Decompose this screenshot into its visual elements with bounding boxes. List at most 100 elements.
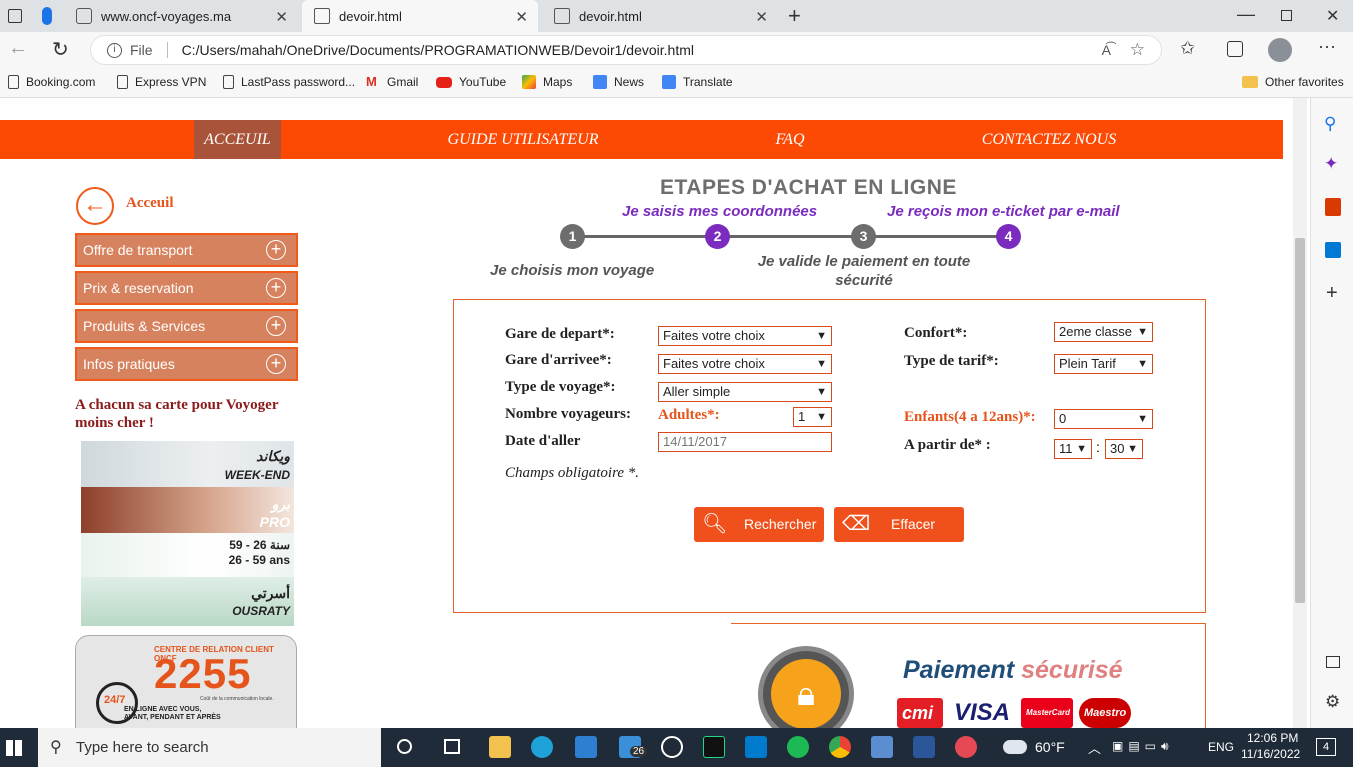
back-icon[interactable]: ← (8, 37, 28, 60)
bookmark-lastpass[interactable]: LastPass password... (223, 75, 355, 89)
word-icon[interactable] (913, 736, 935, 758)
enfants-select[interactable]: 0 ▼ (1054, 409, 1153, 429)
office-icon[interactable] (1325, 198, 1341, 216)
spotify-icon[interactable] (787, 736, 809, 758)
confort-select[interactable]: 2eme classe ▼ (1054, 322, 1153, 342)
adultes-select[interactable]: 1 ▼ (793, 407, 832, 427)
sidebar-item-offre[interactable]: Offre de transport + (75, 233, 298, 267)
required-note: Champs obligatoire *. (505, 465, 640, 481)
copilot-icon[interactable]: ✦ (1324, 154, 1338, 174)
search-button[interactable]: 🔍︎ Rechercher (694, 507, 824, 542)
edge-icon[interactable] (531, 736, 553, 758)
gare-arrivee-select[interactable]: Faites votre choix ▼ (658, 354, 832, 374)
search-icon[interactable]: ⚲ (1324, 114, 1336, 134)
scroll-thumb[interactable] (1295, 238, 1305, 603)
tab-devoir[interactable]: devoir.html ✕ (542, 0, 778, 32)
settings-icon[interactable]: ⚙ (1325, 692, 1340, 712)
bookmark-youtube[interactable]: YouTube (436, 75, 506, 89)
taskbar-search[interactable]: ⚲ Type here to search (38, 728, 381, 767)
close-tab-icon[interactable]: ✕ (755, 8, 768, 26)
plus-icon[interactable]: + (266, 316, 286, 336)
sidebar-toggle-icon[interactable] (1326, 656, 1340, 668)
account-avatar[interactable] (1268, 38, 1292, 62)
bookmark-booking[interactable]: Booking.com (8, 75, 95, 89)
vscode-icon[interactable] (745, 736, 767, 758)
clock-date[interactable]: 11/16/2022 (1241, 747, 1300, 761)
bookmark-gmail[interactable]: M Gmail (366, 75, 418, 90)
clear-button[interactable]: ⌫ Effacer (834, 507, 964, 542)
collections-icon[interactable] (1227, 41, 1243, 57)
pycharm-icon[interactable] (703, 736, 725, 758)
mastercard-logo: MasterCard (1021, 698, 1074, 728)
nav-contact[interactable]: CONTACTEZ NOUS (970, 120, 1128, 159)
chrome-icon[interactable] (829, 736, 851, 758)
date-aller-input[interactable]: 14/11/2017 (658, 432, 832, 452)
promo-card-age[interactable]: 59 - 26 سنة 26 - 59 ans (81, 533, 294, 577)
tab-devoir-active[interactable]: devoir.html ✕ (302, 0, 538, 32)
sidebar-item-prix[interactable]: Prix & reservation + (75, 271, 298, 305)
close-window-icon[interactable]: ✕ (1326, 6, 1339, 26)
tarif-select[interactable]: Plein Tarif ▼ (1054, 354, 1153, 374)
page-icon (223, 75, 234, 89)
more-icon[interactable]: ··· (1318, 36, 1336, 57)
snipping-icon[interactable] (955, 736, 977, 758)
plus-icon[interactable]: + (266, 240, 286, 260)
profile-icon[interactable] (42, 7, 52, 25)
notification-icon[interactable]: 4 (1316, 738, 1336, 756)
restore-icon[interactable] (1281, 10, 1292, 21)
nav-faq[interactable]: FAQ (760, 120, 820, 159)
tab-oncf[interactable]: www.oncf-voyages.ma ✕ (64, 0, 298, 32)
promo-card-ousraty[interactable]: أسرتي OUSRATY (81, 577, 294, 626)
nav-guide[interactable]: GUIDE UTILISATEUR (440, 120, 606, 159)
file-explorer-icon[interactable] (489, 736, 511, 758)
close-tab-icon[interactable]: ✕ (515, 8, 528, 26)
chevron-down-icon: ▼ (1137, 358, 1148, 370)
bookmark-expressvpn[interactable]: Express VPN (117, 75, 206, 89)
outlook-icon[interactable] (1325, 242, 1341, 258)
read-aloud-icon[interactable]: A͡ (1102, 42, 1111, 58)
clock-time[interactable]: 12:06 PM (1247, 731, 1298, 745)
promo-card-weekend[interactable]: ويكاند WEEK-END (81, 441, 294, 487)
minimize-icon[interactable]: — (1237, 4, 1255, 25)
weather-temp[interactable]: 60°F (1035, 739, 1065, 755)
back-arrow-icon[interactable]: ← (76, 187, 114, 225)
favorites-icon[interactable]: ✩ (1180, 38, 1195, 59)
cortana-icon[interactable] (397, 739, 412, 754)
address-bar[interactable]: i File C:/Users/mahah/OneDrive/Documents… (90, 35, 1162, 65)
weather-icon[interactable] (1003, 740, 1027, 754)
window-menu-icon[interactable] (8, 9, 22, 23)
photos-icon[interactable] (871, 736, 893, 758)
other-favorites[interactable]: Other favorites (1242, 75, 1344, 89)
visa-logo: VISA (949, 698, 1016, 728)
app-icon[interactable] (661, 736, 683, 758)
plus-icon[interactable]: + (266, 278, 286, 298)
close-tab-icon[interactable]: ✕ (275, 8, 288, 26)
type-voyage-select[interactable]: Aller simple ▼ (658, 382, 832, 402)
page-scrollbar[interactable] (1293, 98, 1307, 728)
bookmark-maps[interactable]: Maps (522, 75, 572, 89)
gare-depart-select[interactable]: Faites votre choix ▼ (658, 326, 832, 346)
refresh-icon[interactable]: ↻ (52, 37, 69, 62)
promo-card-pro[interactable]: برو PRO (81, 487, 294, 533)
tray-icons[interactable]: ▣▤▭🔊︎ (1112, 739, 1174, 754)
bookmark-news[interactable]: News (593, 75, 644, 89)
add-icon[interactable]: + (1326, 282, 1338, 305)
windows-start-icon[interactable] (6, 740, 22, 756)
favorite-star-icon[interactable]: ☆ (1130, 40, 1145, 60)
back-label[interactable]: Acceuil (126, 195, 173, 212)
language[interactable]: ENG (1208, 740, 1234, 754)
new-tab-icon[interactable]: + (788, 3, 801, 29)
nav-acceuil[interactable]: ACCEUIL (194, 120, 281, 159)
store-icon[interactable] (575, 736, 597, 758)
plus-icon[interactable]: + (266, 354, 286, 374)
hour-select[interactable]: 11 ▼ (1054, 439, 1092, 459)
sidebar-item-produits[interactable]: Produits & Services + (75, 309, 298, 343)
bookmark-translate[interactable]: Translate (662, 75, 733, 89)
minute-select[interactable]: 30 ▼ (1105, 439, 1143, 459)
gare-depart-label: Gare de depart*: (505, 326, 615, 342)
task-view-icon[interactable] (444, 739, 460, 754)
sidebar-item-infos[interactable]: Infos pratiques + (75, 347, 298, 381)
url-text[interactable]: C:/Users/mahah/OneDrive/Documents/PROGRA… (182, 42, 694, 58)
taskbar: ⚲ Type here to search 26 60°F ︿ ▣▤▭🔊︎ EN… (0, 728, 1353, 767)
tray-chevron-icon[interactable]: ︿ (1088, 738, 1101, 757)
